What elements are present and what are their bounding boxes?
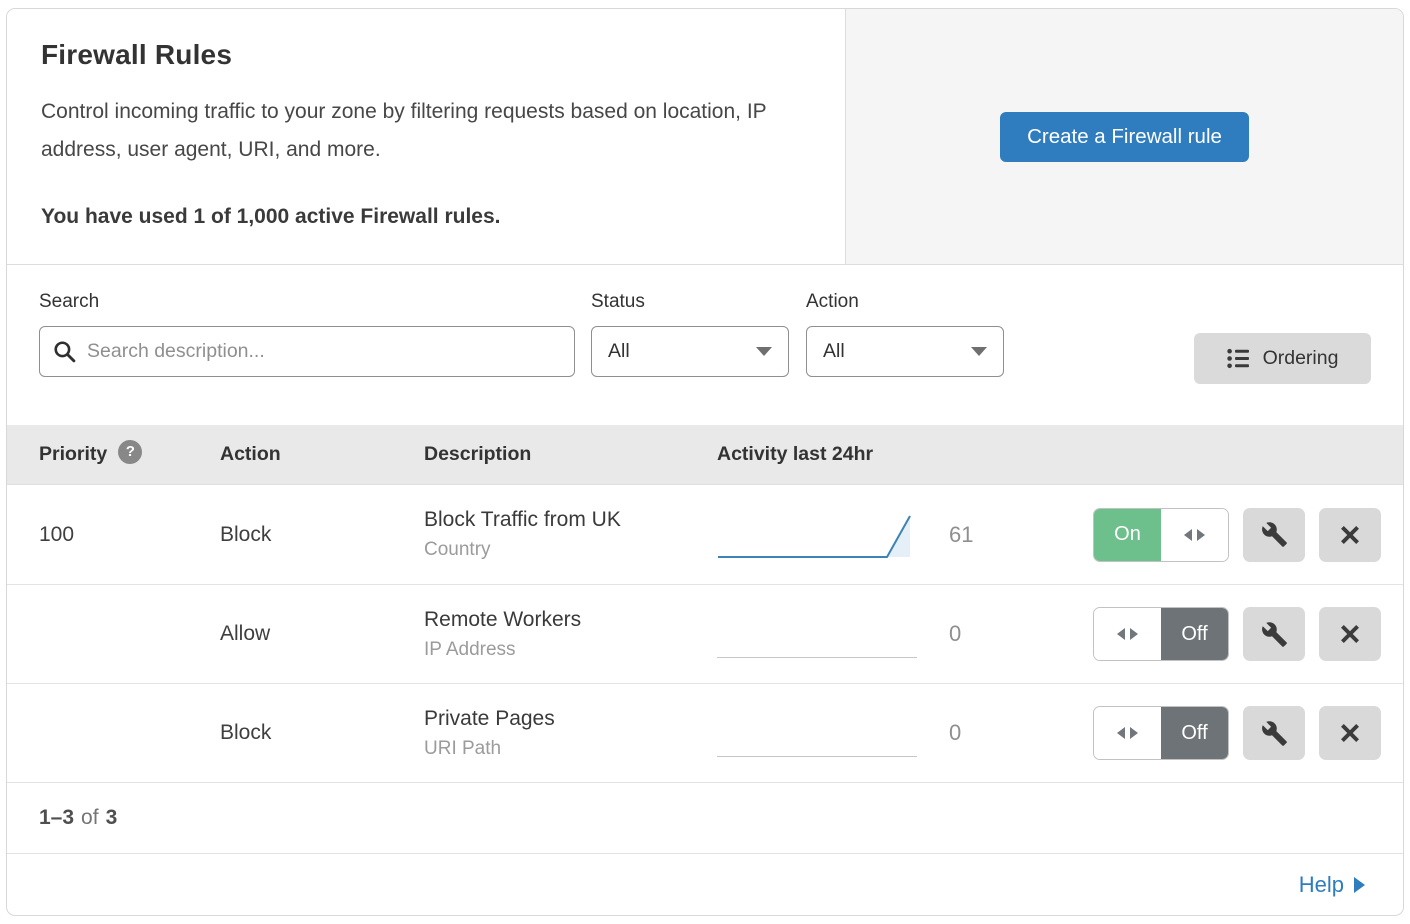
rule-action: Block	[220, 523, 424, 547]
activity-count: 61	[949, 522, 973, 548]
help-link[interactable]: Help	[1299, 872, 1365, 898]
pagination-total: 3	[106, 806, 118, 830]
toggle-handle-icon	[1161, 509, 1228, 561]
activity-sparkline	[717, 610, 917, 658]
rule-description: Private Pages	[424, 707, 717, 731]
column-header-activity: Activity last 24hr	[717, 443, 1093, 466]
rule-enabled-toggle[interactable]: On	[1093, 508, 1229, 562]
search-label: Search	[39, 291, 575, 313]
arrow-right-icon	[1354, 877, 1365, 893]
chevron-down-icon	[756, 347, 772, 356]
delete-rule-button[interactable]	[1319, 706, 1381, 760]
edit-rule-button[interactable]	[1243, 508, 1305, 562]
pagination-bar: 1–3 of 3	[7, 782, 1403, 853]
rule-match-type: URI Path	[424, 738, 717, 760]
page-description: Control incoming traffic to your zone by…	[41, 93, 811, 169]
table-row: Block Private Pages URI Path 0 Off	[7, 683, 1403, 782]
priority-help-icon[interactable]: ?	[118, 440, 142, 464]
column-header-action: Action	[220, 443, 424, 466]
delete-rule-button[interactable]	[1319, 607, 1381, 661]
toggle-handle-icon	[1094, 608, 1161, 660]
create-firewall-rule-button[interactable]: Create a Firewall rule	[1000, 112, 1249, 162]
help-link-label: Help	[1299, 872, 1344, 898]
status-select-value: All	[608, 340, 630, 363]
table-row: 100 Block Block Traffic from UK Country …	[7, 485, 1403, 584]
toggle-state-label: On	[1094, 509, 1161, 561]
ordering-button-label: Ordering	[1263, 347, 1339, 370]
firewall-rules-card: Firewall Rules Control incoming traffic …	[6, 8, 1404, 916]
action-select[interactable]: All	[806, 326, 1004, 377]
chevron-down-icon	[971, 347, 987, 356]
help-bar: Help	[7, 853, 1403, 916]
usage-summary: You have used 1 of 1,000 active Firewall…	[41, 205, 811, 229]
rule-description: Remote Workers	[424, 608, 717, 632]
wrench-icon	[1261, 621, 1288, 648]
toggle-state-label: Off	[1161, 608, 1228, 660]
close-icon	[1337, 621, 1363, 647]
pagination-of: of	[81, 806, 99, 830]
ordering-button[interactable]: Ordering	[1194, 333, 1371, 384]
table-row: Allow Remote Workers IP Address 0 Off	[7, 584, 1403, 683]
rule-match-type: Country	[424, 539, 717, 561]
rule-action: Allow	[220, 622, 424, 646]
page-title: Firewall Rules	[41, 39, 811, 71]
column-header-description: Description	[424, 443, 717, 466]
rule-priority: 100	[7, 523, 220, 547]
activity-sparkline	[717, 511, 917, 559]
rule-action: Block	[220, 721, 424, 745]
pagination-range: 1–3	[39, 806, 74, 830]
rule-match-type: IP Address	[424, 639, 717, 661]
edit-rule-button[interactable]	[1243, 607, 1305, 661]
filter-bar: Search Status All Action All	[7, 265, 1403, 425]
header-text-panel: Firewall Rules Control incoming traffic …	[7, 9, 846, 264]
activity-sparkline	[717, 709, 917, 757]
close-icon	[1337, 522, 1363, 548]
wrench-icon	[1261, 720, 1288, 747]
toggle-state-label: Off	[1161, 707, 1228, 759]
table-header-row: Priority ? Action Description Activity l…	[7, 425, 1403, 485]
status-label: Status	[591, 291, 789, 313]
list-ordering-icon	[1227, 348, 1250, 369]
action-label: Action	[806, 291, 1004, 313]
search-input[interactable]	[39, 326, 575, 377]
close-icon	[1337, 720, 1363, 746]
activity-count: 0	[949, 621, 961, 647]
header-section: Firewall Rules Control incoming traffic …	[7, 9, 1403, 265]
wrench-icon	[1261, 521, 1288, 548]
toggle-handle-icon	[1094, 707, 1161, 759]
delete-rule-button[interactable]	[1319, 508, 1381, 562]
edit-rule-button[interactable]	[1243, 706, 1305, 760]
rule-enabled-toggle[interactable]: Off	[1093, 706, 1229, 760]
header-action-panel: Create a Firewall rule	[846, 9, 1403, 264]
search-icon	[52, 339, 77, 364]
rule-enabled-toggle[interactable]: Off	[1093, 607, 1229, 661]
action-select-value: All	[823, 340, 845, 363]
activity-count: 0	[949, 720, 961, 746]
status-select[interactable]: All	[591, 326, 789, 377]
column-header-priority: Priority	[39, 443, 107, 466]
rule-description: Block Traffic from UK	[424, 508, 717, 532]
